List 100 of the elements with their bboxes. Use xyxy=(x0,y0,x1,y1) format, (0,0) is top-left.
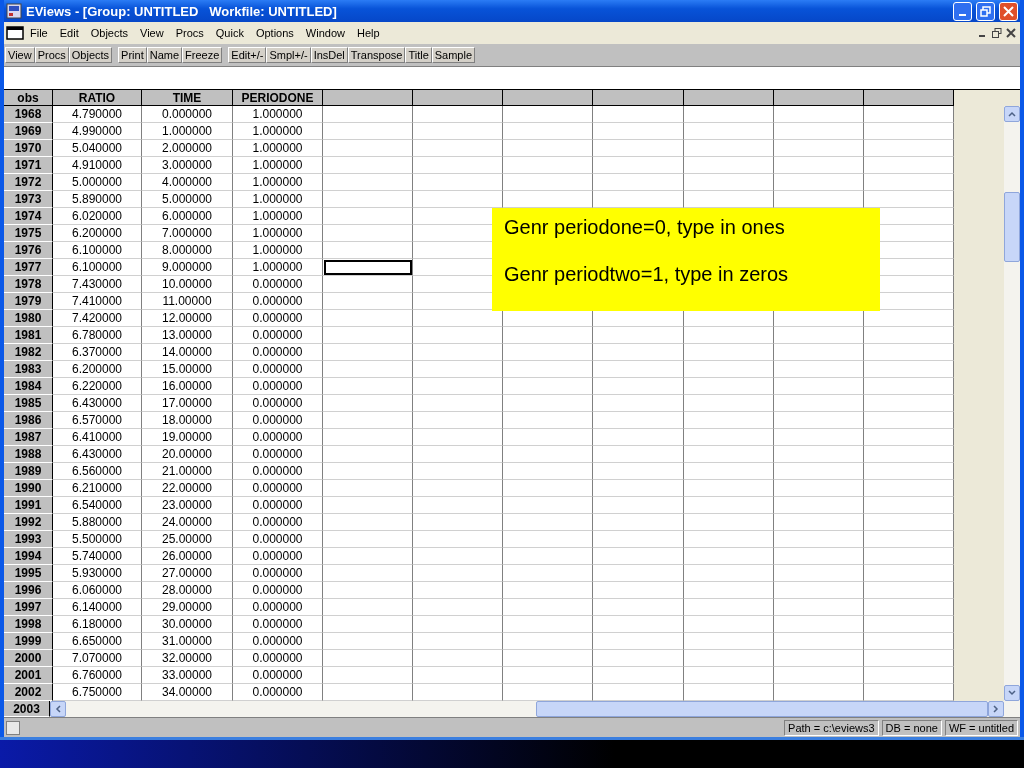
row-header: 1970 xyxy=(4,140,53,157)
toolbar-button[interactable]: Freeze xyxy=(182,47,223,63)
toolbar-button[interactable]: View xyxy=(5,47,35,63)
menu-item[interactable]: View xyxy=(134,27,170,39)
table-cell: 6.750000 xyxy=(53,684,142,701)
row-header: 1992 xyxy=(4,514,53,531)
table-cell: 0.000000 xyxy=(233,446,323,463)
table-cell: 1.000000 xyxy=(233,123,323,140)
toolbar-button[interactable]: Sample xyxy=(431,47,476,63)
table-cell: 1.000000 xyxy=(233,106,323,123)
row-header: 2000 xyxy=(4,650,53,667)
table-cell: 33.00000 xyxy=(142,667,233,684)
table-cell: 6.100000 xyxy=(53,259,142,276)
table-cell: 6.000000 xyxy=(142,208,233,225)
toolbar-button[interactable]: Edit+/- xyxy=(228,47,267,63)
table-cell: 6.780000 xyxy=(53,327,142,344)
row-header: 1983 xyxy=(4,361,53,378)
row-header: 1971 xyxy=(4,157,53,174)
table-cell: 0.000000 xyxy=(233,378,323,395)
table-cell: 2.000000 xyxy=(142,140,233,157)
table-cell: 0.000000 xyxy=(233,616,323,633)
table-cell: 0.000000 xyxy=(233,429,323,446)
table-cell: 31.00000 xyxy=(142,633,233,650)
row-header: 1994 xyxy=(4,548,53,565)
table-cell: 0.000000 xyxy=(233,293,323,310)
table-cell: 6.760000 xyxy=(53,667,142,684)
table-cell: 11.00000 xyxy=(142,293,233,310)
table-cell: 5.890000 xyxy=(53,191,142,208)
table-cell: 0.000000 xyxy=(233,412,323,429)
table-cell: 5.930000 xyxy=(53,565,142,582)
table-cell: 6.430000 xyxy=(53,395,142,412)
table-cell: 0.000000 xyxy=(233,497,323,514)
row-header: 1996 xyxy=(4,582,53,599)
table-cell: 5.740000 xyxy=(53,548,142,565)
row-header: 1995 xyxy=(4,565,53,582)
table-cell: 0.000000 xyxy=(233,565,323,582)
toolbar-button[interactable]: Print xyxy=(118,47,147,63)
window-title: EViews - [Group: UNTITLED Workfile: UNTITLED] xyxy=(26,3,338,19)
toolbar-button[interactable]: Smpl+/- xyxy=(266,47,311,63)
row-header: 1978 xyxy=(4,276,53,293)
row-header: 1973 xyxy=(4,191,53,208)
table-cell: 6.200000 xyxy=(53,361,142,378)
table-cell: 25.00000 xyxy=(142,531,233,548)
menu-item[interactable]: File xyxy=(24,27,54,39)
table-cell: 21.00000 xyxy=(142,463,233,480)
table-cell: 30.00000 xyxy=(142,616,233,633)
column-header: PERIODONE xyxy=(233,90,323,106)
table-cell: 15.00000 xyxy=(142,361,233,378)
menu-item[interactable]: Objects xyxy=(84,27,134,39)
row-header: 1977 xyxy=(4,259,53,276)
table-cell: 22.00000 xyxy=(142,480,233,497)
table-cell: 26.00000 xyxy=(142,548,233,565)
menu-item[interactable]: Options xyxy=(249,27,300,39)
table-cell: 1.000000 xyxy=(142,123,233,140)
row-header: 1984 xyxy=(4,378,53,395)
toolbar-button[interactable]: Procs xyxy=(34,47,69,63)
table-cell: 6.220000 xyxy=(53,378,142,395)
menu-item[interactable]: Window xyxy=(299,27,351,39)
menu-item[interactable]: Help xyxy=(350,27,386,39)
row-header: 1974 xyxy=(4,208,53,225)
row-header: 1999 xyxy=(4,633,53,650)
table-cell: 6.210000 xyxy=(53,480,142,497)
table-cell: 0.000000 xyxy=(233,310,323,327)
table-cell: 4.790000 xyxy=(53,106,142,123)
table-cell: 29.00000 xyxy=(142,599,233,616)
table-cell: 20.00000 xyxy=(142,446,233,463)
note-text: Genr periodone=0, type in ones xyxy=(504,216,786,239)
menu-item[interactable]: Procs xyxy=(169,27,210,39)
table-cell: 6.430000 xyxy=(53,446,142,463)
row-header: 2002 xyxy=(4,684,53,701)
toolbar-button[interactable]: InsDel xyxy=(310,47,348,63)
table-cell: 12.00000 xyxy=(142,310,233,327)
table-cell: 6.560000 xyxy=(53,463,142,480)
table-cell: 10.00000 xyxy=(142,276,233,293)
toolbar-button[interactable]: Title xyxy=(405,47,432,63)
table-cell: 1.000000 xyxy=(233,191,323,208)
status-pane: Path = c:\eviews3 xyxy=(784,719,879,736)
table-cell: 0.000000 xyxy=(233,344,323,361)
toolbar-button[interactable]: Objects xyxy=(68,47,113,63)
row-header: 2003 xyxy=(4,701,50,717)
table-cell: 9.000000 xyxy=(142,259,233,276)
row-header: 1982 xyxy=(4,344,53,361)
table-cell: 0.000000 xyxy=(233,395,323,412)
table-cell: 4.910000 xyxy=(53,157,142,174)
menu-item[interactable]: Quick xyxy=(209,27,250,39)
table-cell: 5.000000 xyxy=(142,191,233,208)
table-cell: 6.180000 xyxy=(53,616,142,633)
toolbar-button[interactable]: Name xyxy=(146,47,183,63)
table-cell: 6.020000 xyxy=(53,208,142,225)
table-cell: 0.000000 xyxy=(233,582,323,599)
row-header: 1975 xyxy=(4,225,53,242)
table-cell: 0.000000 xyxy=(142,106,233,123)
menu-item[interactable]: Edit xyxy=(53,27,85,39)
table-cell: 23.00000 xyxy=(142,497,233,514)
table-cell: 6.060000 xyxy=(53,582,142,599)
toolbar-button[interactable]: Transpose xyxy=(347,47,406,63)
row-header: 1993 xyxy=(4,531,53,548)
table-cell: 4.000000 xyxy=(142,174,233,191)
table-cell: 0.000000 xyxy=(233,463,323,480)
table-cell: 34.00000 xyxy=(142,684,233,701)
